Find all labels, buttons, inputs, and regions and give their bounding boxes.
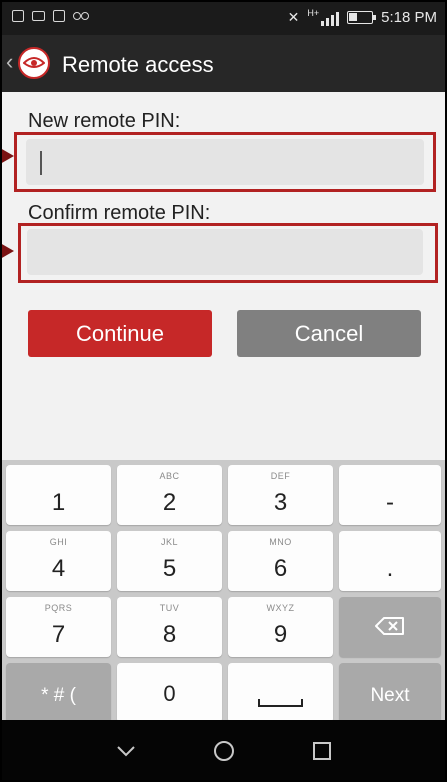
page-title: Remote access bbox=[62, 52, 214, 77]
network-type: H+ bbox=[307, 8, 320, 18]
back-chevron-down-icon bbox=[117, 746, 135, 757]
status-left-icons bbox=[12, 10, 89, 22]
confirm-pin-label: Confirm remote PIN: bbox=[28, 202, 211, 224]
sd-card-icon bbox=[53, 10, 65, 22]
new-pin-input[interactable] bbox=[26, 139, 424, 185]
numeric-keyboard: 1 ABC 2 DEF 3 - GHI 4 JKL 5 MNO 6 . PQRS… bbox=[2, 460, 445, 723]
annotation-arrow bbox=[2, 243, 14, 259]
recents-square-icon bbox=[313, 742, 331, 760]
key-1[interactable]: 1 bbox=[6, 465, 111, 525]
phone-screen: ✕ H+ 5:18 PM ‹ Remote access New remote … bbox=[2, 2, 445, 780]
voicemail-icon bbox=[73, 10, 89, 22]
home-circle-icon bbox=[214, 741, 234, 761]
confirm-pin-input[interactable] bbox=[27, 229, 423, 275]
status-time: 5:18 PM bbox=[381, 9, 437, 26]
cancel-button[interactable]: Cancel bbox=[237, 310, 421, 357]
nav-home-button[interactable] bbox=[184, 720, 264, 780]
key-8[interactable]: TUV 8 bbox=[117, 597, 222, 657]
key-4[interactable]: GHI 4 bbox=[6, 531, 111, 591]
key-next[interactable]: Next bbox=[339, 663, 441, 723]
key-dash[interactable]: - bbox=[339, 465, 441, 525]
key-7[interactable]: PQRS 7 bbox=[6, 597, 111, 657]
action-bar: ‹ Remote access bbox=[2, 35, 445, 92]
key-2[interactable]: ABC 2 bbox=[117, 465, 222, 525]
navigation-bar bbox=[2, 720, 445, 780]
annotation-arrow bbox=[2, 148, 14, 164]
new-pin-label: New remote PIN: bbox=[28, 110, 181, 132]
key-period[interactable]: . bbox=[339, 531, 441, 591]
battery-icon bbox=[347, 11, 377, 24]
mute-icon: ✕ bbox=[287, 9, 300, 25]
text-caret bbox=[40, 151, 42, 175]
continue-button[interactable]: Continue bbox=[28, 310, 212, 357]
key-backspace[interactable] bbox=[339, 597, 441, 657]
nav-recents-button[interactable] bbox=[282, 720, 362, 780]
key-0[interactable]: 0 bbox=[117, 663, 222, 723]
key-5[interactable]: JKL 5 bbox=[117, 531, 222, 591]
back-chevron-icon[interactable]: ‹ bbox=[6, 51, 13, 73]
gallery-icon bbox=[12, 10, 24, 22]
backspace-icon bbox=[375, 617, 404, 635]
key-6[interactable]: MNO 6 bbox=[228, 531, 333, 591]
key-space[interactable] bbox=[228, 663, 333, 723]
key-9[interactable]: WXYZ 9 bbox=[228, 597, 333, 657]
app-logo-eye-icon[interactable] bbox=[18, 47, 50, 79]
mail-icon bbox=[32, 11, 45, 21]
nav-back-button[interactable] bbox=[86, 720, 166, 780]
status-bar: ✕ H+ 5:18 PM bbox=[2, 2, 445, 35]
key-symbols[interactable]: * # ( bbox=[6, 663, 111, 723]
space-icon bbox=[258, 699, 303, 707]
signal-icon bbox=[321, 10, 340, 26]
status-right-icons: ✕ H+ 5:18 PM bbox=[287, 8, 437, 27]
key-3[interactable]: DEF 3 bbox=[228, 465, 333, 525]
